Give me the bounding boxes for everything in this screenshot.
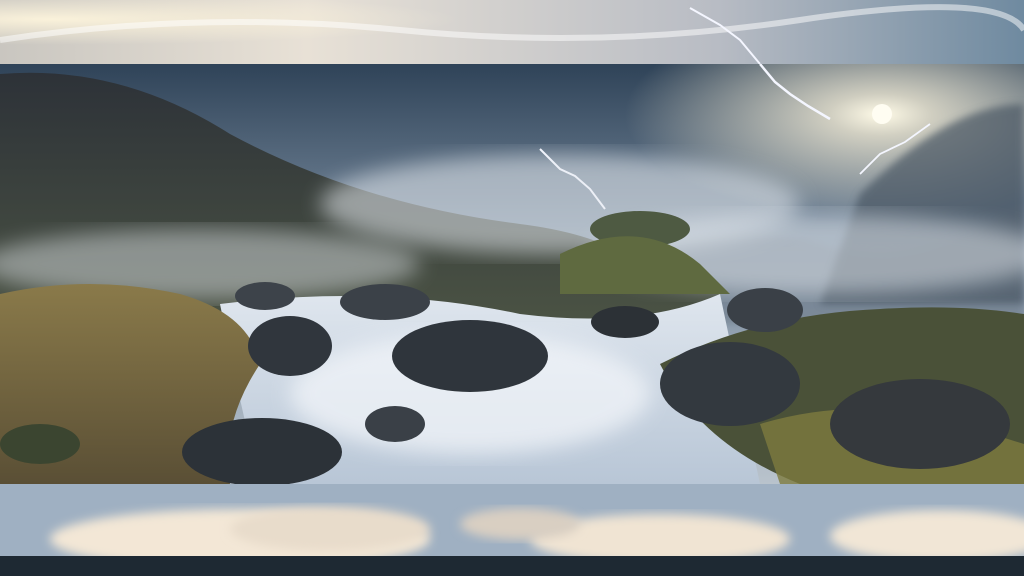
rock	[830, 379, 1010, 469]
landscape-scene	[0, 64, 1024, 484]
grass-tuft	[0, 424, 80, 464]
rock	[248, 316, 332, 376]
landscape-art	[0, 64, 1024, 484]
bottom-cloud-art	[0, 484, 1024, 556]
image-frame	[0, 0, 1024, 576]
rock	[182, 418, 342, 484]
top-cloud-art	[0, 0, 1024, 64]
cloud	[230, 507, 430, 551]
sun	[872, 104, 892, 124]
rock	[392, 320, 548, 392]
bottom-cloud-strip	[0, 484, 1024, 556]
bottom-frame-bar	[0, 556, 1024, 576]
rock	[365, 406, 425, 442]
rock	[340, 284, 430, 320]
rock	[591, 306, 659, 338]
top-cloud-strip	[0, 0, 1024, 64]
cloud	[460, 508, 580, 540]
rock	[727, 288, 803, 332]
rock	[660, 342, 800, 426]
rock	[235, 282, 295, 310]
